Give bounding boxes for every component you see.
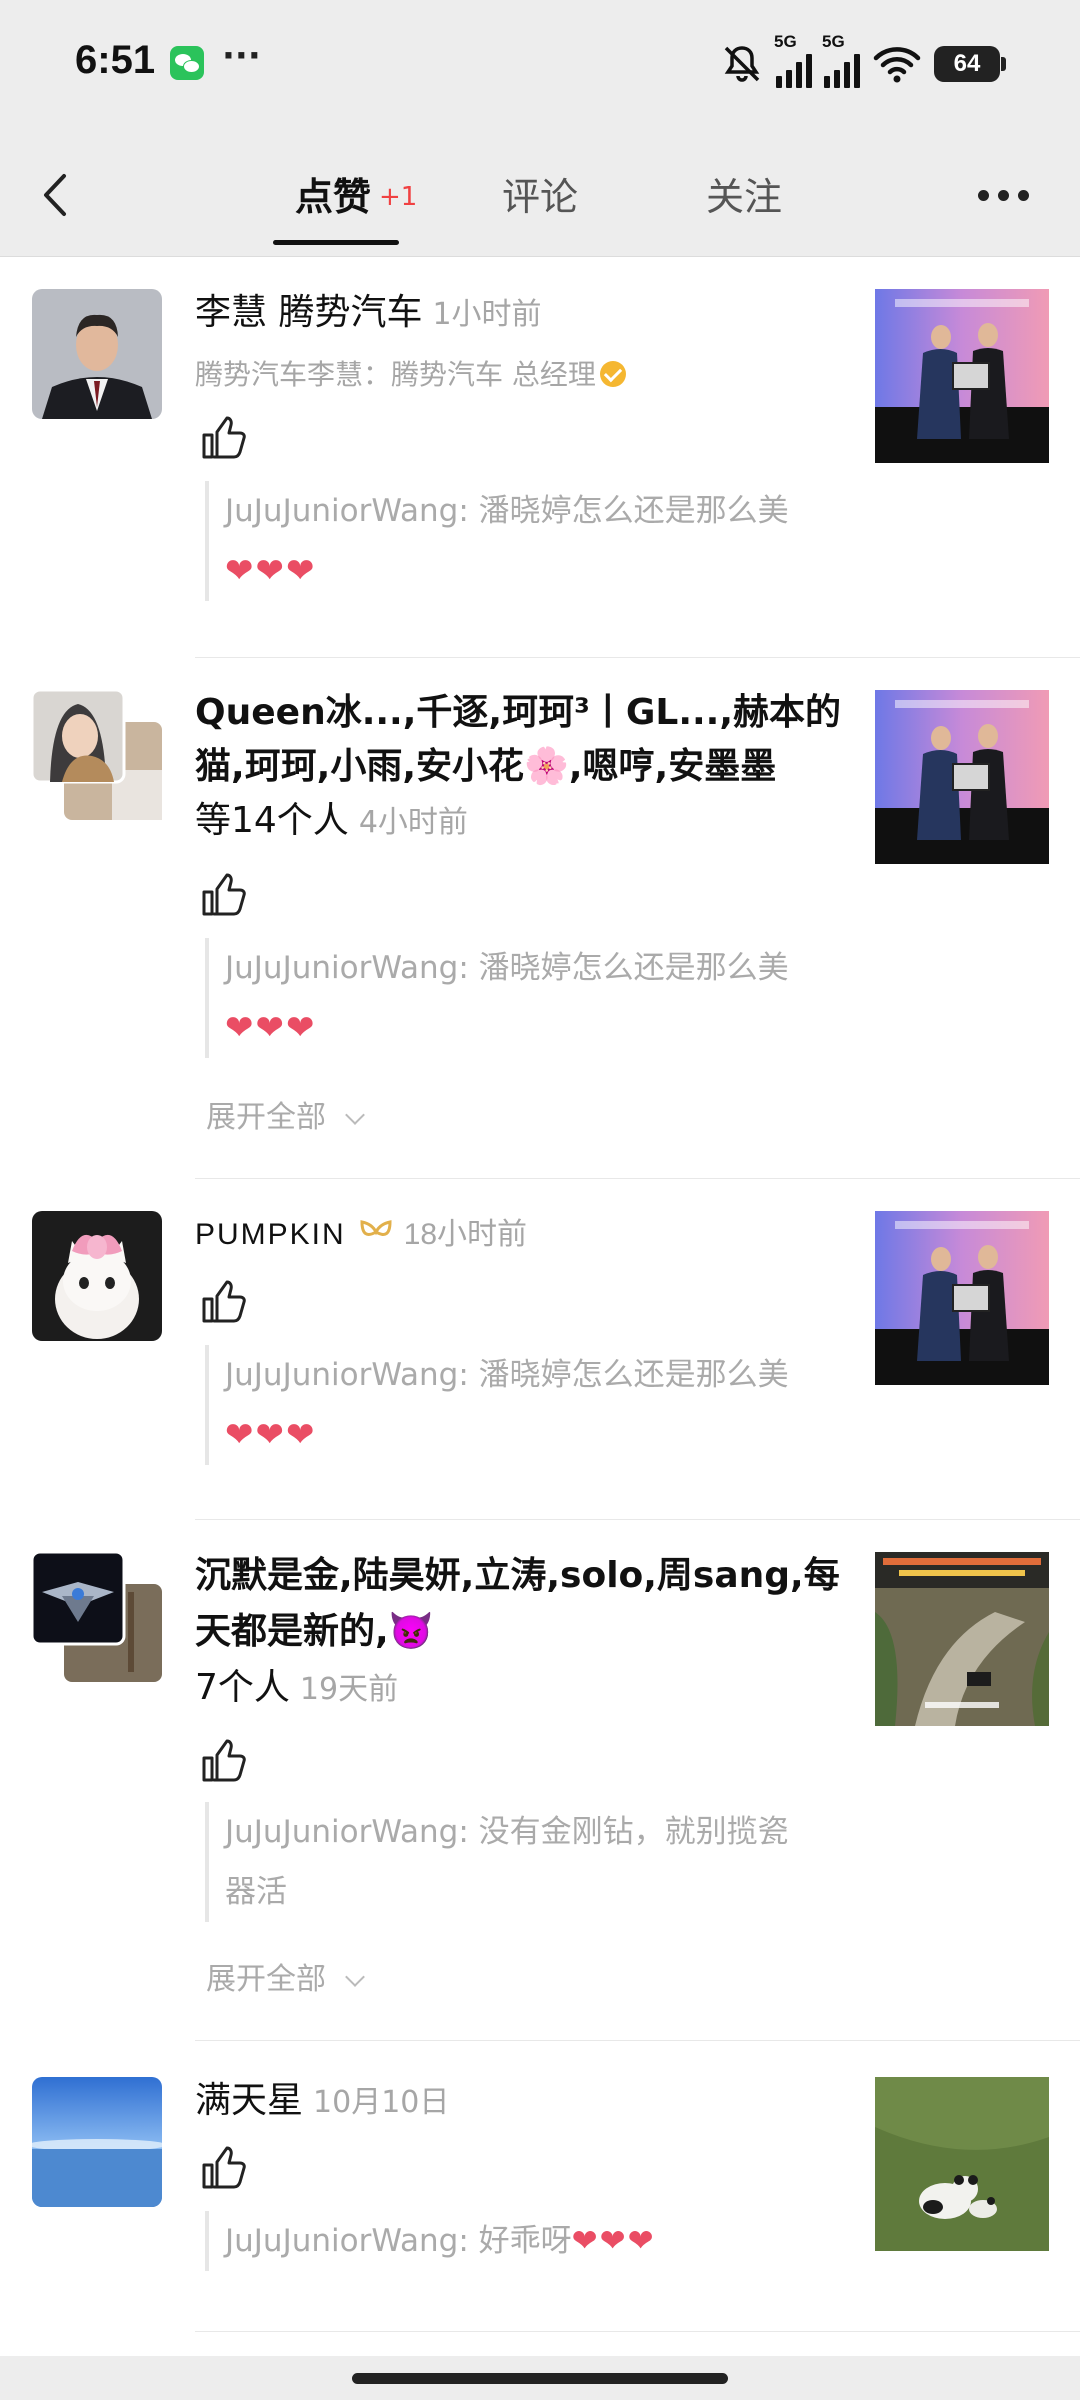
- vip-badge-icon: [360, 1220, 392, 1236]
- mute-icon: [724, 46, 760, 82]
- quoted-comment[interactable]: JuJuJuniorWang: 潘晓婷怎么还是那么美 ❤❤❤: [205, 1345, 865, 1465]
- battery-icon: 64: [934, 46, 1006, 82]
- tab-comments[interactable]: 评论: [502, 166, 578, 221]
- expand-all-button[interactable]: 展开全部: [206, 1092, 365, 1136]
- heart-emojis: ❤❤❤: [225, 1008, 317, 1048]
- list-item[interactable]: 满天星 10月10日 JuJuJuniorWang: 好乖呀❤❤❤: [0, 2041, 1080, 2341]
- like-time: 19天前: [299, 1672, 399, 1707]
- home-indicator[interactable]: [352, 2373, 728, 2384]
- avatar[interactable]: [32, 1211, 162, 1341]
- likes-badge: +1: [379, 182, 418, 212]
- divider: [195, 2331, 1080, 2332]
- list-item[interactable]: PUMPKIN 18小时前 JuJuJuniorWang: 潘晓婷怎么还是那么美 …: [0, 1179, 1080, 1520]
- likers-names[interactable]: 沉默是金,陆昊妍,立涛,solo,周sang,每 天都是新的,👿 7个人 19天前: [195, 1548, 855, 1718]
- status-icons: 5G 5G 64: [720, 32, 1006, 92]
- post-thumbnail[interactable]: [875, 690, 1049, 864]
- likers-names[interactable]: Queen冰...,千逐,珂珂³丨GL...,赫本的 猫,珂珂,小雨,安小花🌸,…: [195, 686, 855, 850]
- likers-names-line1: 沉默是金,陆昊妍,立涛,solo,周sang,每: [195, 1555, 840, 1596]
- chevron-down-icon: [345, 1105, 365, 1125]
- more-menu-icon[interactable]: [978, 190, 1030, 204]
- tab-follows[interactable]: 关注: [706, 166, 782, 221]
- liker-name-text: PUMPKIN: [195, 1218, 346, 1251]
- post-thumbnail[interactable]: [875, 1211, 1049, 1385]
- heart-emojis: ❤❤❤: [571, 2223, 656, 2259]
- liker-name[interactable]: 满天星 10月10日: [195, 2073, 449, 2131]
- thumbs-up-icon: [202, 1280, 246, 1323]
- active-tab-indicator: [273, 240, 399, 245]
- thumbs-up-icon: [202, 2146, 246, 2189]
- likers-names-line1: Queen冰...,千逐,珂珂³丨GL...,赫本的: [195, 692, 842, 733]
- list-item[interactable]: Queen冰...,千逐,珂珂³丨GL...,赫本的 猫,珂珂,小雨,安小花🌸,…: [0, 658, 1080, 1179]
- avatar[interactable]: [32, 2077, 162, 2207]
- likers-count: 等14个人: [195, 800, 349, 841]
- liker-subtitle: 腾势汽车李慧：腾势汽车 总经理: [195, 353, 626, 393]
- liker-name[interactable]: 李慧 腾势汽车 1小时前: [195, 285, 542, 343]
- liker-name-text: 李慧 腾势汽车: [195, 292, 423, 333]
- heart-emojis: ❤❤❤: [225, 1415, 317, 1455]
- list-item[interactable]: 李慧 腾势汽车 1小时前 腾势汽车李慧：腾势汽车 总经理 JuJuJuniorWa…: [0, 257, 1080, 658]
- expand-all-button[interactable]: 展开全部: [206, 1954, 365, 1998]
- likers-count: 7个人: [195, 1667, 290, 1708]
- quoted-comment[interactable]: JuJuJuniorWang: 潘晓婷怎么还是那么美 ❤❤❤: [205, 938, 865, 1058]
- thumbs-up-icon: [202, 873, 246, 916]
- likers-count-row: 7个人 19天前: [195, 1660, 855, 1718]
- like-time: 18小时前: [403, 1218, 528, 1251]
- avatar[interactable]: [32, 289, 162, 419]
- status-bar: 6:51 ··· 5G 5G 64: [0, 0, 1080, 130]
- likers-names-line2: 天都是新的,👿: [195, 1611, 434, 1652]
- quoted-comment[interactable]: JuJuJuniorWang: 好乖呀❤❤❤: [205, 2211, 865, 2271]
- wechat-notification-icon: [170, 46, 204, 80]
- chevron-down-icon: [345, 1967, 365, 1987]
- group-avatar[interactable]: [30, 688, 162, 820]
- like-time: 4小时前: [358, 805, 468, 840]
- post-thumbnail[interactable]: [875, 2077, 1049, 2251]
- list-item[interactable]: 沉默是金,陆昊妍,立涛,solo,周sang,每 天都是新的,👿 7个人 19天前…: [0, 1520, 1080, 2041]
- thumbs-up-icon: [202, 416, 246, 459]
- post-thumbnail[interactable]: [875, 289, 1049, 463]
- tab-likes-label: 点赞: [295, 175, 372, 219]
- back-arrow-icon[interactable]: [36, 170, 76, 220]
- heart-emojis: ❤❤❤: [225, 551, 317, 591]
- quoted-comment[interactable]: JuJuJuniorWang: 潘晓婷怎么还是那么美 ❤❤❤: [205, 481, 865, 601]
- verified-badge-icon: [599, 361, 626, 387]
- like-time: 1小时前: [432, 297, 542, 332]
- top-nav: 点赞 +1 评论 关注: [0, 130, 1080, 257]
- wifi-icon: [873, 47, 921, 83]
- tab-likes[interactable]: 点赞 +1: [295, 166, 417, 221]
- clock: 6:51: [75, 38, 156, 82]
- post-thumbnail[interactable]: [875, 1552, 1049, 1726]
- like-time: 10月10日: [313, 2085, 450, 2120]
- liker-name-text: 满天星: [195, 2080, 304, 2121]
- likers-count-row: 等14个人 4小时前: [195, 794, 855, 850]
- signal-icon-2: 5G: [822, 32, 860, 88]
- more-notifications-icon: ···: [222, 36, 261, 76]
- liker-name[interactable]: PUMPKIN 18小时前: [195, 1207, 527, 1263]
- group-avatar[interactable]: [30, 1550, 162, 1682]
- thumbs-up-icon: [202, 1739, 246, 1782]
- likers-names-line2: 猫,珂珂,小雨,安小花🌸,嗯哼,安墨墨: [195, 746, 777, 787]
- signal-icon: 5G: [774, 32, 812, 88]
- quoted-comment[interactable]: JuJuJuniorWang: 没有金刚钻，就别揽瓷 器活: [205, 1802, 865, 1922]
